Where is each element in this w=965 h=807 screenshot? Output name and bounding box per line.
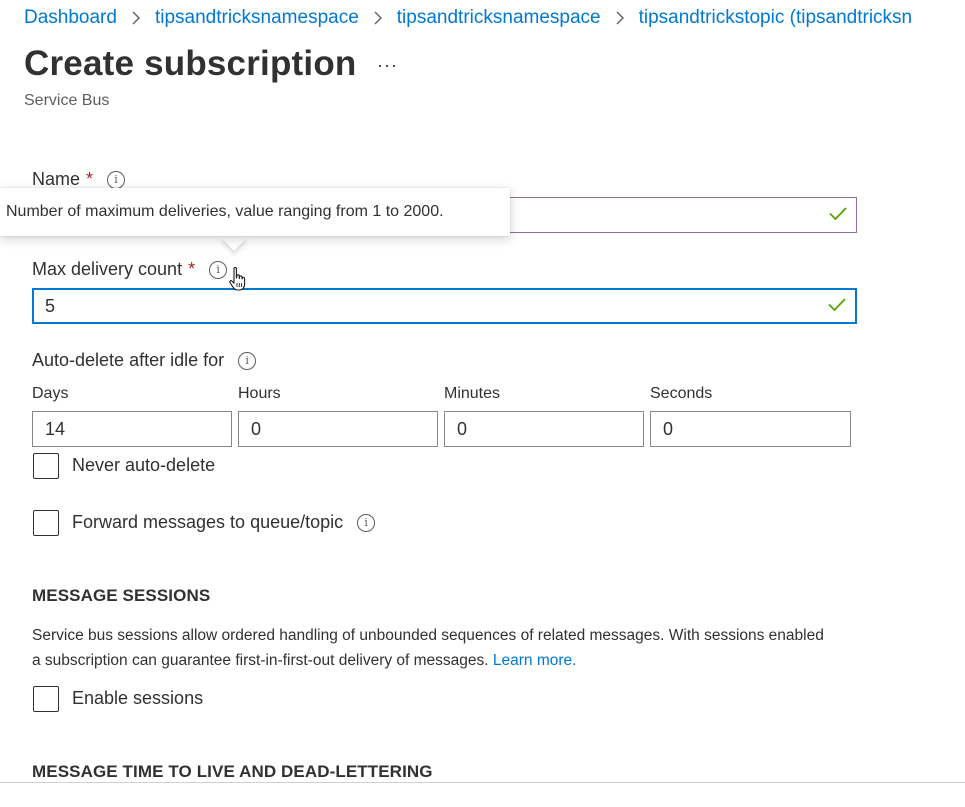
days-value: 14: [45, 418, 66, 439]
seconds-value: 0: [663, 418, 674, 439]
chevron-right-icon: [373, 11, 383, 25]
info-icon[interactable]: i: [238, 352, 257, 370]
enable-sessions-label: Enable sessions: [72, 688, 204, 708]
checkmark-icon: [828, 296, 846, 317]
tooltip-beak-cover: [215, 218, 255, 236]
tooltip: Number of maximum deliveries, value rang…: [0, 188, 510, 236]
auto-delete-label: Auto-delete after idle for i: [32, 350, 257, 371]
never-auto-delete-checkbox[interactable]: [33, 453, 59, 479]
breadcrumb-topic[interactable]: tipsandtrickstopic (tipsandtricksn: [639, 7, 913, 29]
required-marker: *: [86, 169, 94, 189]
sessions-description-text: Service bus sessions allow ordered handl…: [32, 627, 824, 669]
minutes-input[interactable]: 0: [444, 411, 644, 447]
hours-input[interactable]: 0: [238, 411, 438, 447]
days-input[interactable]: 14: [32, 411, 232, 447]
info-icon[interactable]: i: [107, 171, 126, 189]
breadcrumb-dashboard[interactable]: Dashboard: [24, 7, 117, 29]
breadcrumb: Dashboard tipsandtricksnamespace tipsand…: [24, 5, 912, 31]
forward-messages-label: Forward messages to queue/topic i: [72, 512, 376, 533]
forward-messages-label-text: Forward messages to queue/topic: [72, 512, 344, 532]
breadcrumb-namespace-1[interactable]: tipsandtricksnamespace: [155, 7, 359, 29]
max-delivery-label: Max delivery count * i: [32, 259, 228, 280]
required-marker: *: [188, 259, 196, 279]
minutes-label: Minutes: [444, 385, 501, 402]
name-label-text: Name: [32, 169, 81, 189]
enable-sessions-checkbox[interactable]: [33, 686, 59, 712]
hours-value: 0: [251, 418, 262, 439]
chevron-right-icon: [131, 11, 141, 25]
days-label: Days: [32, 385, 69, 402]
hand-cursor-icon: [228, 266, 248, 297]
page-subtitle: Service Bus: [24, 92, 110, 109]
never-auto-delete-label: Never auto-delete: [72, 455, 216, 475]
auto-delete-label-text: Auto-delete after idle for: [32, 350, 225, 370]
divider: [0, 782, 965, 783]
more-options-button[interactable]: ···: [377, 55, 398, 76]
ttl-heading: MESSAGE TIME TO LIVE AND DEAD-LETTERING: [32, 762, 433, 781]
max-delivery-value: 5: [45, 295, 56, 316]
name-label: Name * i: [32, 169, 126, 190]
page-title: Create subscription: [24, 44, 357, 83]
seconds-input[interactable]: 0: [650, 411, 851, 447]
max-delivery-label-text: Max delivery count: [32, 259, 183, 279]
hours-label: Hours: [238, 385, 281, 402]
chevron-right-icon: [615, 11, 625, 25]
seconds-label: Seconds: [650, 385, 713, 402]
learn-more-link[interactable]: Learn more.: [493, 652, 577, 669]
message-sessions-heading: MESSAGE SESSIONS: [32, 586, 211, 605]
forward-messages-checkbox[interactable]: [33, 510, 59, 536]
checkmark-icon: [829, 205, 847, 226]
minutes-value: 0: [457, 418, 468, 439]
info-icon[interactable]: i: [357, 514, 376, 532]
info-icon[interactable]: i: [209, 261, 228, 279]
max-delivery-input[interactable]: 5: [32, 288, 857, 324]
sessions-description: Service bus sessions allow ordered handl…: [32, 623, 832, 673]
breadcrumb-namespace-2[interactable]: tipsandtricksnamespace: [397, 7, 601, 29]
